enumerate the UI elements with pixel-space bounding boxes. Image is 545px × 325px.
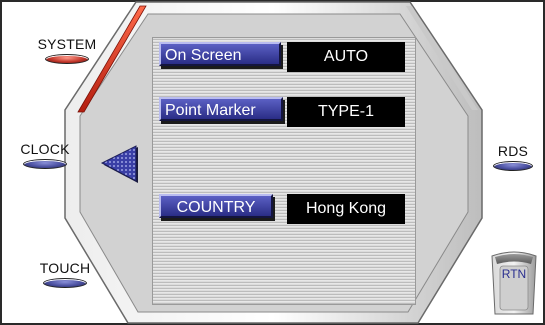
touch-label: TOUCH [39, 260, 91, 276]
clock-indicator-icon [23, 159, 67, 169]
return-key-icon [491, 251, 537, 315]
settings-display: On Screen AUTO Point Marker TYPE-1 COUNT… [152, 37, 416, 305]
clock-button[interactable]: CLOCK [2, 141, 88, 169]
country-value[interactable]: Hong Kong [287, 194, 405, 224]
setting-row: COUNTRY Hong Kong [153, 190, 415, 224]
clock-label: CLOCK [20, 141, 70, 157]
system-button[interactable]: SYSTEM [22, 36, 112, 64]
touch-button[interactable]: TOUCH [22, 260, 108, 288]
touch-indicator-icon [43, 278, 87, 288]
country-button[interactable]: COUNTRY [159, 194, 273, 218]
point-marker-button[interactable]: Point Marker [159, 97, 283, 121]
rds-button[interactable]: RDS [482, 143, 544, 171]
setting-row: On Screen AUTO [153, 38, 415, 72]
triangle-left-icon[interactable] [100, 144, 140, 186]
system-indicator-icon [45, 54, 89, 64]
on-screen-button[interactable]: On Screen [159, 42, 281, 66]
on-screen-value[interactable]: AUTO [287, 42, 405, 72]
rds-label: RDS [497, 143, 529, 159]
setting-row: Point Marker TYPE-1 [153, 93, 415, 127]
rtn-button[interactable]: RTN [489, 248, 539, 318]
point-marker-value[interactable]: TYPE-1 [287, 97, 405, 127]
system-label: SYSTEM [37, 36, 97, 52]
rtn-label: RTN [501, 267, 527, 281]
rds-indicator-icon [493, 161, 533, 171]
